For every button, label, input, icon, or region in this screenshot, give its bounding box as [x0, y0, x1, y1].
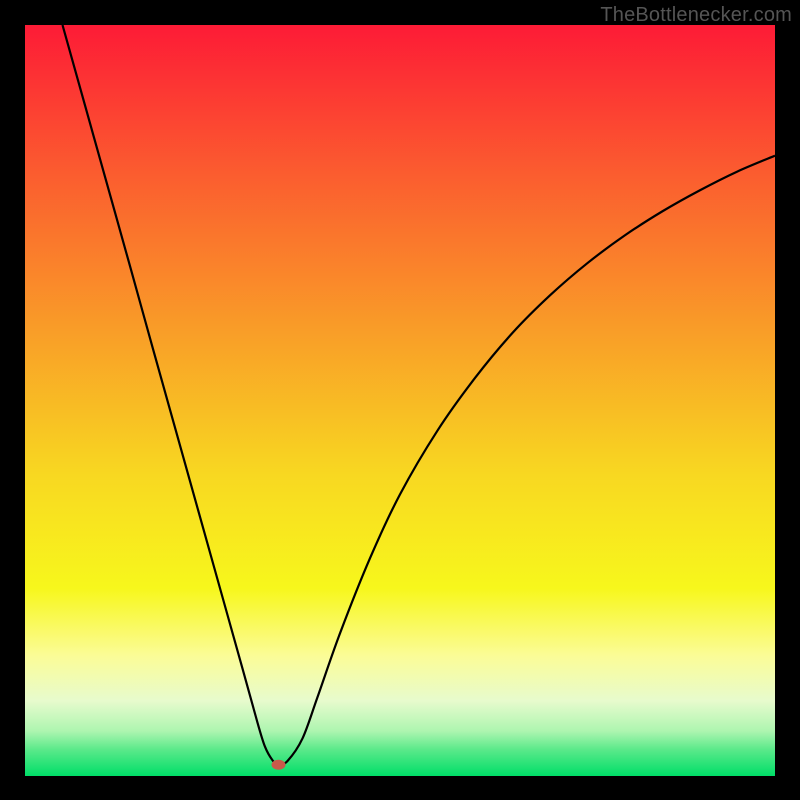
plot-area: [25, 25, 775, 776]
chart-frame: TheBottlenecker.com: [0, 0, 800, 800]
chart-svg: [25, 25, 775, 776]
source-label: TheBottlenecker.com: [600, 4, 792, 27]
optimal-point-marker: [272, 760, 286, 770]
gradient-background: [25, 25, 775, 776]
